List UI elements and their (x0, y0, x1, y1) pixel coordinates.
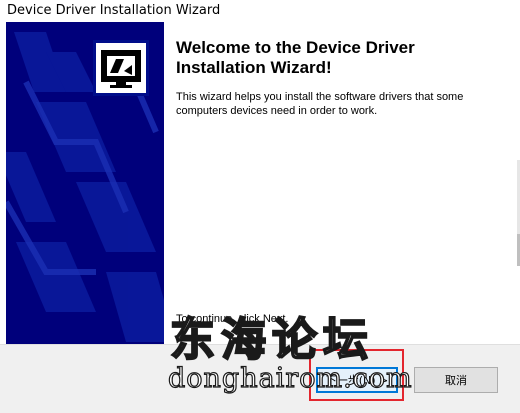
window-edge (514, 22, 520, 344)
device-install-icon (93, 40, 149, 96)
intro-text: This wizard helps you install the softwa… (176, 91, 464, 117)
title-bar: Device Driver Installation Wizard (0, 0, 520, 22)
cancel-button[interactable]: 取消 (414, 367, 498, 393)
watermark-site: donghairom.com (167, 362, 413, 394)
watermark-chinese: 东海论坛 (169, 312, 375, 367)
welcome-heading: Welcome to the Device Driver Installatio… (176, 38, 415, 77)
window-title: Device Driver Installation Wizard (7, 3, 221, 18)
wizard-window: Device Driver Installation Wizard Welcom… (0, 0, 520, 413)
wizard-banner (6, 22, 164, 344)
